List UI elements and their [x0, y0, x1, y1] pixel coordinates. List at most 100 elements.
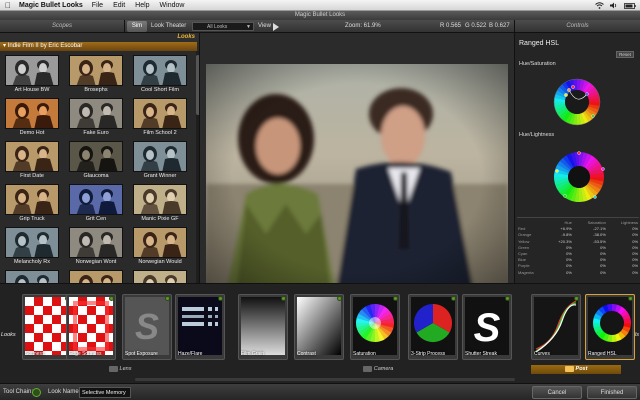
tool-chain-power-icon[interactable] [32, 388, 41, 397]
look-theater-label: Look Theater [151, 23, 187, 29]
tool-ranged-hsl[interactable]: Ranged HSL [585, 294, 635, 360]
look-thumbnail [69, 227, 123, 258]
tool-chain-strip: Looks Tools SoftnessEdge SoftnessSSpot E… [0, 283, 640, 383]
tool-haze-flare[interactable]: Haze/Flare [175, 294, 225, 360]
look-thumbnail [5, 270, 59, 283]
hsl-handle-yellow[interactable] [564, 93, 568, 97]
post-icon [564, 365, 574, 372]
power-icon[interactable] [393, 296, 398, 301]
volume-icon[interactable] [610, 2, 618, 9]
hsl-handle-red[interactable] [571, 85, 575, 89]
hue-saturation-wheel[interactable] [551, 76, 603, 128]
menu-app-name[interactable]: Magic Bullet Looks [19, 2, 83, 9]
tool-film-grain[interactable]: Film Grain [238, 294, 288, 360]
controls-tab[interactable]: Controls [514, 20, 640, 33]
wifi-icon[interactable] [595, 2, 604, 9]
cancel-button[interactable]: Cancel [532, 386, 582, 399]
tool-label: Shutter Streak [465, 351, 497, 357]
power-icon[interactable] [337, 296, 342, 301]
power-icon[interactable] [451, 296, 456, 301]
hsl-lightness-handle-green[interactable] [563, 194, 567, 198]
hsl-handle-blue[interactable] [585, 92, 589, 96]
tool-thumbnail [297, 297, 341, 355]
look-item[interactable]: Manic Pixie GF [130, 182, 190, 225]
look-item[interactable]: Norwegian Would [130, 225, 190, 268]
looks-side-tab[interactable]: Looks [0, 284, 18, 384]
look-name-field[interactable]: Selective Memory [79, 387, 131, 398]
look-item[interactable]: Demo Hot [2, 96, 62, 139]
tool-saturation[interactable]: Saturation [350, 294, 400, 360]
preview-image[interactable] [206, 64, 508, 292]
look-item[interactable]: Fake Euro [66, 96, 126, 139]
hsl-handle-green[interactable] [591, 114, 595, 118]
tool-3-strip-process[interactable]: 3-Strip Process [408, 294, 458, 360]
group-post-label: Post [575, 366, 588, 372]
look-item[interactable]: Cool Short Film [130, 53, 190, 96]
look-label: Brosephs [84, 87, 108, 93]
tool-softness[interactable]: Softness [22, 294, 72, 360]
hsl-value[interactable]: 0% [573, 270, 607, 276]
menu-help[interactable]: Help [135, 2, 149, 9]
finished-button[interactable]: Finished [587, 386, 637, 399]
group-camera[interactable]: Camera [230, 365, 526, 374]
tool-thumbnail: S [465, 297, 509, 355]
power-icon[interactable] [281, 296, 286, 301]
power-icon[interactable] [218, 296, 223, 301]
tool-curves[interactable]: Curves [531, 294, 581, 360]
look-item[interactable]: Film School 2 [130, 96, 190, 139]
menu-window[interactable]: Window [160, 2, 185, 9]
tool-contrast[interactable]: Contrast [294, 294, 344, 360]
look-item[interactable]: Grip Truck [2, 182, 62, 225]
look-item[interactable]: Brosephs [66, 53, 126, 96]
look-item[interactable]: Art House BW [2, 53, 62, 96]
hsl-value[interactable]: 0% [547, 270, 573, 276]
look-item[interactable]: Norwegian Wont [66, 225, 126, 268]
tool-thumbnail [353, 297, 397, 355]
look-item[interactable] [66, 268, 126, 283]
power-icon[interactable] [505, 296, 510, 301]
look-item[interactable] [130, 268, 190, 283]
look-label: Norwegian Would [138, 259, 182, 265]
reset-button[interactable]: Reset [616, 51, 634, 58]
hsl-lightness-handle-cyan[interactable] [593, 195, 597, 199]
look-thumbnail [69, 184, 123, 215]
power-icon[interactable] [628, 296, 633, 301]
look-item[interactable]: First Date [2, 139, 62, 182]
look-item[interactable] [2, 268, 62, 283]
tool-thumbnail: S [125, 297, 169, 355]
sim-button[interactable]: Sim [127, 21, 147, 32]
look-theater-select[interactable]: All Looks ▼ [192, 22, 254, 31]
hsl-lightness-handle-red[interactable] [577, 151, 581, 155]
tool-shutter-streak[interactable]: S Shutter Streak [462, 294, 512, 360]
look-thumbnail [5, 227, 59, 258]
look-item[interactable]: Grit Cen [66, 182, 126, 225]
tool-thumbnail [411, 297, 455, 355]
svg-text:S: S [135, 306, 159, 347]
hsl-lightness-handle-yellow[interactable] [555, 169, 559, 173]
scopes-tab[interactable]: Scopes [0, 20, 125, 33]
group-lens[interactable]: Lens [20, 365, 220, 374]
hsl-lightness-handle-magenta[interactable] [601, 167, 605, 171]
look-item[interactable]: Melancholy Rx [2, 225, 62, 268]
looks-category[interactable]: ▾ Indie Film II by Eric Escobar [0, 42, 197, 51]
power-icon[interactable] [109, 296, 114, 301]
tool-spot-exposure[interactable]: S Spot Exposure [122, 294, 172, 360]
hue-lightness-wheel[interactable] [551, 149, 607, 205]
look-item[interactable]: Glaucoma [66, 139, 126, 182]
chevron-down-icon: ▼ [246, 24, 251, 30]
menu-file[interactable]: File [92, 2, 103, 9]
group-post[interactable]: Post [531, 365, 621, 374]
menu-edit[interactable]: Edit [113, 2, 125, 9]
hsl-handle-orange[interactable] [567, 88, 571, 92]
toolchain-scrollbar[interactable] [135, 378, 515, 381]
power-icon[interactable] [574, 296, 579, 301]
power-icon[interactable] [165, 296, 170, 301]
apple-icon[interactable]:  [5, 1, 11, 10]
tool-thumbnail [534, 297, 578, 355]
menu-bar:  Magic Bullet Looks File Edit Help Wind… [0, 0, 640, 11]
play-icon[interactable] [273, 23, 279, 31]
look-item[interactable]: Grant Winner [130, 139, 190, 182]
battery-icon[interactable] [624, 2, 636, 9]
tool-edge-softness[interactable]: Edge Softness [66, 294, 116, 360]
hsl-value[interactable]: 0% [607, 270, 639, 276]
